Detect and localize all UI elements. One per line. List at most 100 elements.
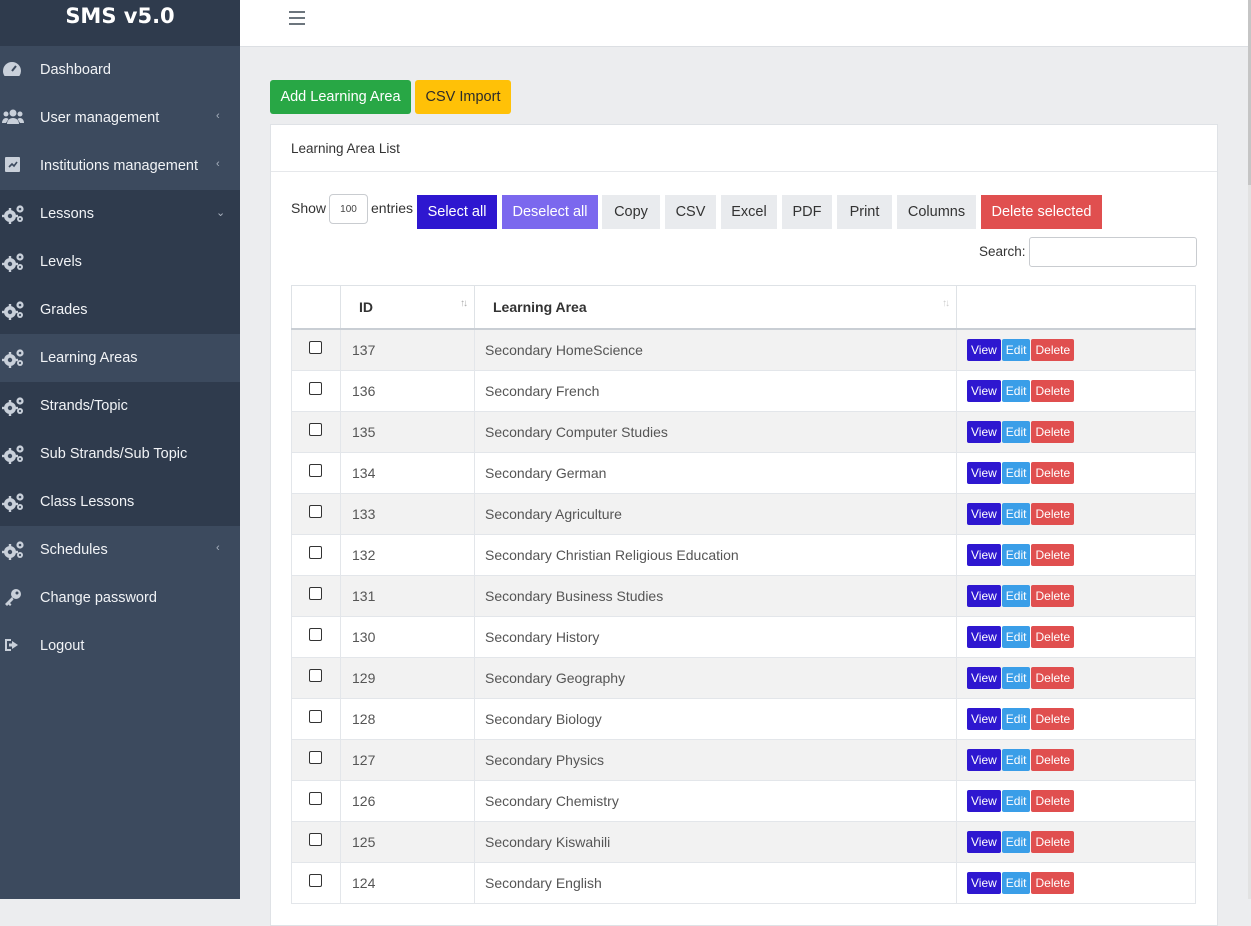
add-learning-area-button[interactable]: Add Learning Area [270, 80, 411, 114]
delete-button[interactable]: Delete [1031, 421, 1075, 443]
csv-export-button[interactable]: CSV [665, 195, 716, 229]
sidebar-item-lessons[interactable]: Lessons ⌄ [0, 190, 240, 238]
sidebar-item-user-management[interactable]: User management ‹ [0, 94, 240, 142]
row-checkbox[interactable] [309, 545, 322, 559]
sidebar-item-logout[interactable]: Logout [0, 622, 240, 670]
edit-button[interactable]: Edit [1001, 872, 1031, 894]
sidebar-item-schedules[interactable]: Schedules ‹ [0, 526, 240, 574]
print-button[interactable]: Print [837, 195, 892, 229]
pdf-export-button[interactable]: PDF [782, 195, 832, 229]
row-checkbox[interactable] [309, 709, 322, 723]
sidebar-item-class-lessons[interactable]: Class Lessons [0, 478, 240, 526]
view-button[interactable]: View [967, 708, 1001, 730]
row-checkbox[interactable] [309, 832, 322, 846]
row-checkbox[interactable] [309, 381, 322, 395]
edit-button[interactable]: Edit [1001, 831, 1031, 853]
edit-button[interactable]: Edit [1001, 585, 1031, 607]
view-button[interactable]: View [967, 831, 1001, 853]
edit-button[interactable]: Edit [1001, 421, 1031, 443]
delete-button[interactable]: Delete [1031, 831, 1075, 853]
table-row[interactable]: 127 Secondary Physics View Edit Delete [291, 739, 1196, 781]
edit-button[interactable]: Edit [1001, 339, 1031, 361]
row-checkbox[interactable] [309, 504, 322, 518]
table-row[interactable]: 134 Secondary German View Edit Delete [291, 452, 1196, 494]
edit-button[interactable]: Edit [1001, 503, 1031, 525]
table-row[interactable]: 130 Secondary History View Edit Delete [291, 616, 1196, 658]
excel-export-button[interactable]: Excel [721, 195, 777, 229]
delete-button[interactable]: Delete [1031, 667, 1075, 689]
table-row[interactable]: 128 Secondary Biology View Edit Delete [291, 698, 1196, 740]
columns-button[interactable]: Columns [897, 195, 976, 229]
app-title[interactable]: SMS v5.0 [0, 0, 240, 32]
row-checkbox[interactable] [309, 422, 322, 436]
sort-icon[interactable]: ↑↓ [942, 298, 950, 309]
delete-button[interactable]: Delete [1031, 339, 1075, 361]
row-checkbox[interactable] [309, 463, 322, 477]
page-length-select[interactable]: 100 [329, 194, 368, 224]
sidebar-item-levels[interactable]: Levels [0, 238, 240, 286]
view-button[interactable]: View [967, 585, 1001, 607]
row-checkbox[interactable] [309, 668, 322, 682]
edit-button[interactable]: Edit [1001, 626, 1031, 648]
edit-button[interactable]: Edit [1001, 544, 1031, 566]
delete-button[interactable]: Delete [1031, 585, 1075, 607]
delete-selected-button[interactable]: Delete selected [981, 195, 1102, 229]
csv-import-button[interactable]: CSV Import [415, 80, 511, 114]
row-checkbox[interactable] [309, 627, 322, 641]
view-button[interactable]: View [967, 503, 1001, 525]
row-checkbox[interactable] [309, 340, 322, 354]
table-row[interactable]: 135 Secondary Computer Studies View Edit Del… [291, 411, 1196, 453]
view-button[interactable]: View [967, 380, 1001, 402]
view-button[interactable]: View [967, 339, 1001, 361]
delete-button[interactable]: Delete [1031, 790, 1075, 812]
sort-icon[interactable]: ↑↓ [460, 298, 468, 309]
deselect-all-button[interactable]: Deselect all [502, 195, 598, 229]
table-row[interactable]: 125 Secondary Kiswahili View Edit Delete [291, 821, 1196, 863]
delete-button[interactable]: Delete [1031, 380, 1075, 402]
row-checkbox[interactable] [309, 791, 322, 805]
table-row[interactable]: 133 Secondary Agriculture View Edit Delete [291, 493, 1196, 535]
row-checkbox[interactable] [309, 750, 322, 764]
view-button[interactable]: View [967, 790, 1001, 812]
sidebar-item-strands-topic[interactable]: Strands/Topic [0, 382, 240, 430]
edit-button[interactable]: Edit [1001, 749, 1031, 771]
sidebar-item-grades[interactable]: Grades [0, 286, 240, 334]
view-button[interactable]: View [967, 544, 1001, 566]
learning-area-column-header[interactable]: Learning Area ↑↓ [474, 285, 957, 330]
view-button[interactable]: View [967, 667, 1001, 689]
edit-button[interactable]: Edit [1001, 380, 1031, 402]
delete-button[interactable]: Delete [1031, 544, 1075, 566]
delete-button[interactable]: Delete [1031, 626, 1075, 648]
view-button[interactable]: View [967, 626, 1001, 648]
table-row[interactable]: 131 Secondary Business Studies View Edit Del… [291, 575, 1196, 617]
menu-toggle-icon[interactable] [289, 11, 305, 25]
view-button[interactable]: View [967, 872, 1001, 894]
table-row[interactable]: 129 Secondary Geography View Edit Delete [291, 657, 1196, 699]
delete-button[interactable]: Delete [1031, 462, 1075, 484]
table-row[interactable]: 124 Secondary English View Edit Delete [291, 862, 1196, 904]
sidebar-item-learning-areas[interactable]: Learning Areas [0, 334, 240, 382]
delete-button[interactable]: Delete [1031, 708, 1075, 730]
copy-button[interactable]: Copy [602, 195, 660, 229]
sidebar-item-change-password[interactable]: Change password [0, 574, 240, 622]
delete-button[interactable]: Delete [1031, 872, 1075, 894]
sidebar-item-institutions-management[interactable]: Institutions management ‹ [0, 142, 240, 190]
view-button[interactable]: View [967, 462, 1001, 484]
table-row[interactable]: 126 Secondary Chemistry View Edit Delete [291, 780, 1196, 822]
sidebar-item-dashboard[interactable]: Dashboard [0, 46, 240, 94]
sidebar-item-sub-strands-sub-topic[interactable]: Sub Strands/Sub Topic [0, 430, 240, 478]
view-button[interactable]: View [967, 421, 1001, 443]
table-row[interactable]: 136 Secondary French View Edit Delete [291, 370, 1196, 412]
delete-button[interactable]: Delete [1031, 503, 1075, 525]
edit-button[interactable]: Edit [1001, 708, 1031, 730]
select-all-button[interactable]: Select all [417, 195, 497, 229]
table-row[interactable]: 137 Secondary HomeScience View Edit Delete [291, 328, 1196, 371]
id-column-header[interactable]: ID ↑↓ [340, 285, 475, 330]
row-checkbox[interactable] [309, 873, 322, 887]
table-row[interactable]: 132 Secondary Christian Religious Educati… [291, 534, 1196, 576]
edit-button[interactable]: Edit [1001, 667, 1031, 689]
view-button[interactable]: View [967, 749, 1001, 771]
edit-button[interactable]: Edit [1001, 790, 1031, 812]
row-checkbox[interactable] [309, 586, 322, 600]
edit-button[interactable]: Edit [1001, 462, 1031, 484]
